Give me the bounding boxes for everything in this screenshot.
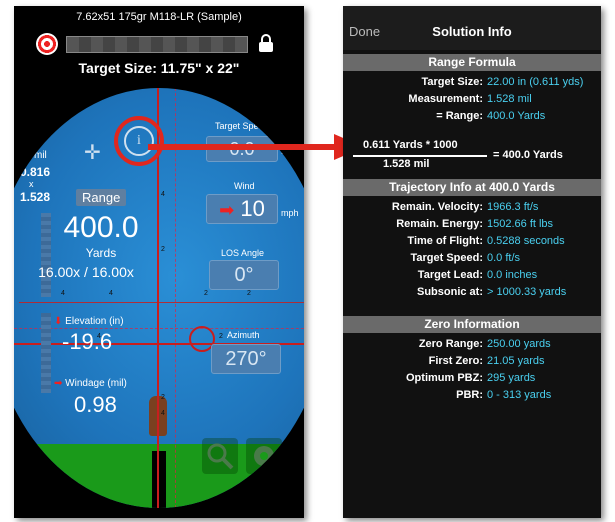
los-angle-field[interactable]: 0° [209,260,279,290]
row-label: Target Size: [421,76,483,88]
down-arrow-icon: ⬇ [54,316,63,327]
row-label: Target Lead: [417,269,483,281]
formula-divider [353,155,487,157]
target-size-title[interactable]: Target Size: 11.75" x 22" [14,60,304,76]
azimuth-field[interactable]: 270° [211,344,281,374]
reticle-tick-label: 2 [161,246,165,253]
target-speed-label: Target Speed [215,121,269,131]
search-button[interactable] [202,438,238,474]
elevation-value: -19.6 [62,329,113,354]
row-value: 0.0 inches [487,269,538,281]
row-value: 1502.66 ft lbs [487,218,554,230]
wind-direction-icon: ➡ [219,200,235,220]
row-label: Subsonic at: [416,286,483,298]
reticle-tick-label: 2 [247,290,251,297]
reticle-tick-label: 2 [219,333,223,340]
azimuth-label: Azimuth [227,330,260,340]
wind-field[interactable]: ➡ 10 [206,194,278,224]
reticle-tick-label: 4 [61,290,65,297]
row-value: 0.5288 seconds [487,235,565,247]
row-value: 0.0 ft/s [487,252,521,264]
row-value: 250.00 yards [487,338,551,350]
windage-label-text: Windage (mil) [65,378,127,389]
reticle-selector-bar[interactable] [66,36,248,53]
windage-label: ➡ Windage (mil) [54,378,127,389]
los-angle-label: LOS Angle [221,248,265,258]
target-icon[interactable] [36,33,58,55]
row-label: Measurement: [408,93,483,105]
range-formula-header: Range Formula [343,54,601,71]
gear-icon [254,446,274,466]
row-value: 400.0 Yards [487,110,546,122]
target-post [152,451,166,508]
row-value: 22.00 in (0.611 yds) [487,76,584,88]
nav-bar: Done Solution Info [343,6,601,50]
page-title: Solution Info [432,24,512,39]
zero-info-header: Zero Information [343,316,601,333]
scope-screen: 7.62x51 175gr M118-LR (Sample) Target Si… [14,6,304,518]
row-label: Target Speed: [410,252,483,264]
row-value: 295 yards [487,372,536,384]
row-value: > 1000.33 yards [487,286,567,298]
row-value: 21.05 yards [487,355,545,367]
row-value: 1966.3 ft/s [487,201,539,213]
row-label: = Range: [436,110,483,122]
reticle-dashed-horizontal [14,328,304,329]
cartridge-title[interactable]: 7.62x51 175gr M118-LR (Sample) [14,11,304,23]
wind-value: 10 [240,196,265,221]
row-value: 0 - 313 yards [487,389,552,401]
reticle-tick-label: 4 [161,410,165,417]
row-label: Optimum PBZ: [406,372,483,384]
range-button[interactable]: Range [76,189,127,206]
elevation-label-text: Elevation (in) [65,316,124,327]
row-value: 1.528 mil [487,93,532,105]
red-arrow-icon [148,134,364,160]
row-label: Time of Flight: [407,235,483,247]
mil-label: mil [34,150,47,161]
settings-button[interactable] [246,438,282,474]
wind-label: Wind [234,181,255,191]
elevation-label: ⬇ Elevation (in) [54,316,124,327]
reticle-tick-label: 2 [161,394,165,401]
row-label: Zero Range: [418,338,483,350]
mil-bottom-value: 1.528 [20,190,51,204]
lock-icon[interactable] [258,33,274,53]
windage-value: 0.98 [74,392,117,417]
right-arrow-icon: ➡ [54,378,63,389]
mil-top-value: 0.816 [20,165,51,179]
mil-x-label: x [29,179,34,189]
row-label: PBR: [456,389,483,401]
solution-info-screen: Done Solution Info Range Formula Target … [343,6,601,518]
azimuth-value: 270° [225,348,267,370]
range-unit: Yards [85,246,117,260]
formula-denominator: 1.528 mil [383,158,430,170]
reticle-tick-label: 4 [161,191,165,198]
wind-unit: mph [281,208,299,218]
row-label: Remain. Energy: [396,218,483,230]
reticle-tick-label: 4 [109,290,113,297]
reticle-tick-label: 2 [204,290,208,297]
trajectory-header: Trajectory Info at 400.0 Yards [343,179,601,196]
range-value: 400.0 [63,211,139,244]
elevation-slider-bar[interactable] [41,313,51,393]
formula-result: = 400.0 Yards [493,149,563,161]
los-angle-value: 0° [234,264,254,286]
row-label: Remain. Velocity: [391,201,483,213]
magnification[interactable]: 16.00x / 16.00x [16,264,156,280]
reticle-mil-line [19,302,304,303]
row-label: First Zero: [428,355,483,367]
search-icon [207,443,234,470]
move-icon[interactable]: ✛ [84,140,101,165]
formula-numerator: 0.611 Yards * 1000 [363,139,458,151]
